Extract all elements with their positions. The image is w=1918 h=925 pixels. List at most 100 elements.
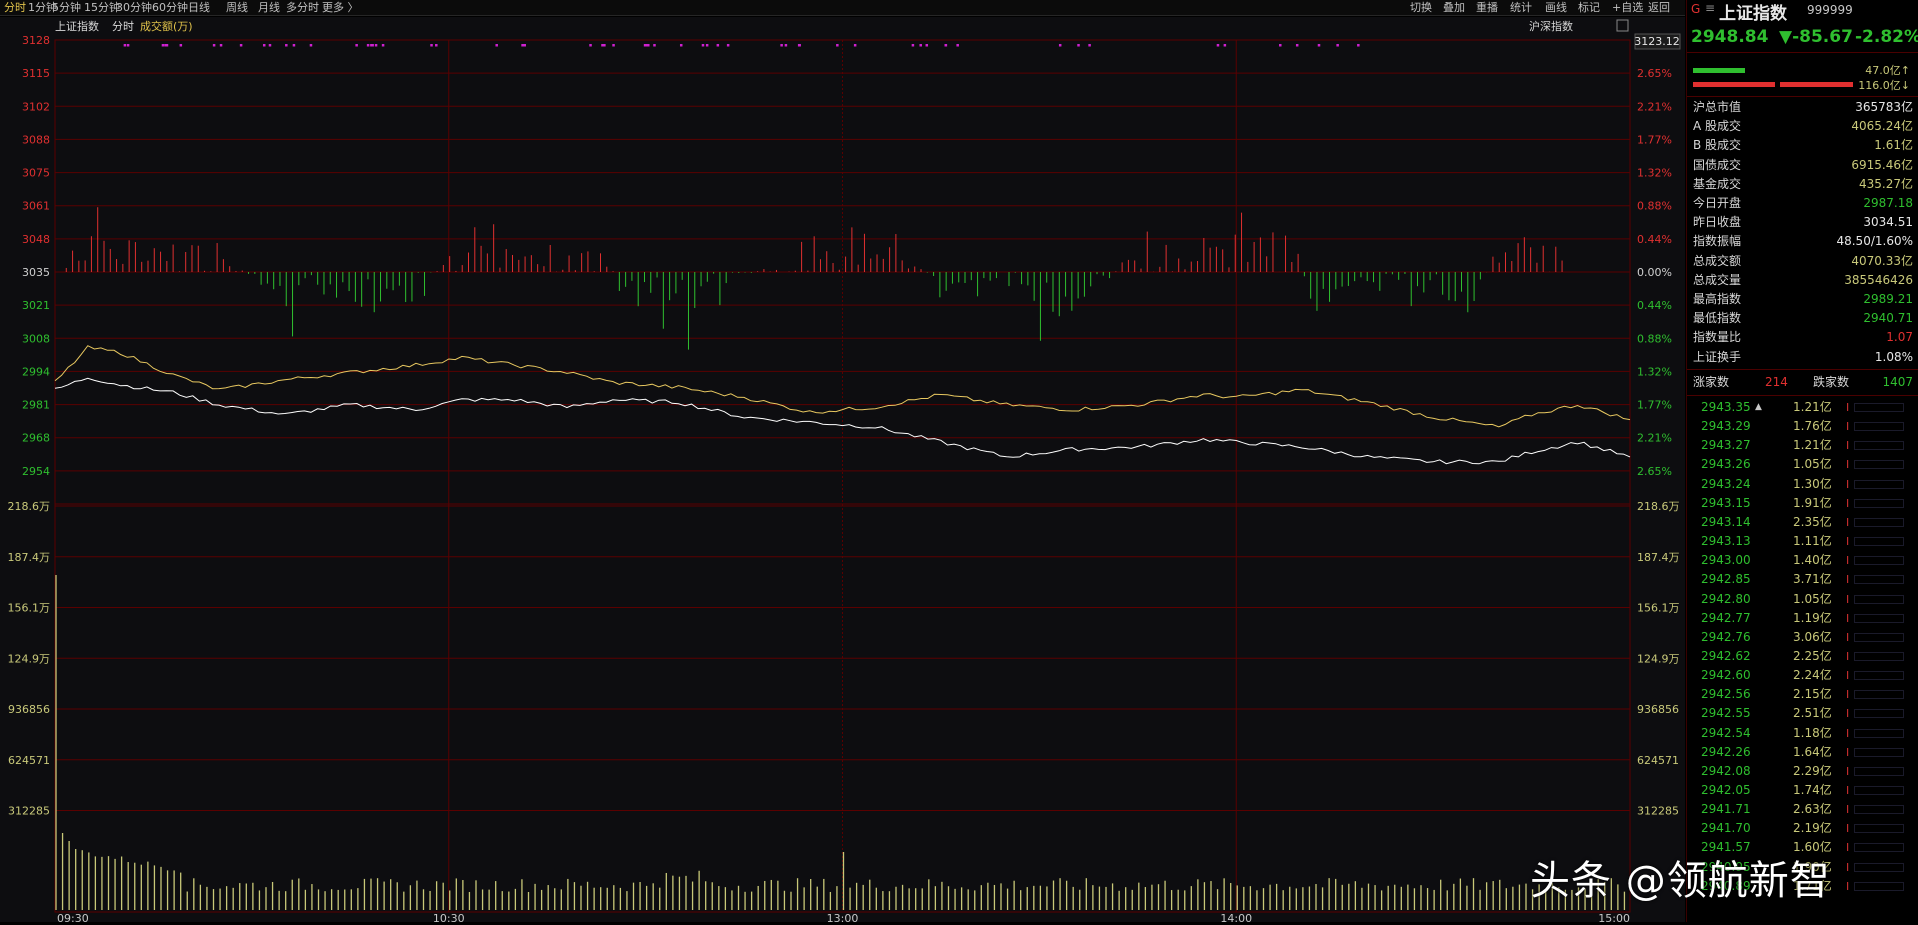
trade-amount: 2.63亿 — [1793, 802, 1832, 817]
y-tick-right: 2.65% — [1637, 67, 1672, 80]
chart-settings-icon — [1616, 19, 1629, 32]
toolbar-action-1[interactable]: 叠加 — [1443, 1, 1465, 14]
trade-price: 2942.62 — [1701, 648, 1751, 663]
toolbar-action-0[interactable]: 切换 — [1410, 1, 1432, 14]
trade-bar — [1854, 632, 1904, 642]
toolbar-action-7[interactable]: 返回 — [1648, 1, 1670, 14]
trade-bar — [1854, 690, 1904, 700]
signal-dot — [1216, 44, 1220, 47]
trade-bar — [1854, 671, 1904, 681]
trade-price: 2942.54 — [1701, 725, 1751, 740]
trade-amount: 3.06亿 — [1793, 629, 1832, 644]
period-tab-0[interactable]: 分时 — [4, 1, 26, 14]
chart-index-name: 上证指数 — [55, 19, 99, 33]
price-change: ▼-85.67 — [1779, 27, 1853, 47]
stat-value: 1.08% — [1874, 349, 1913, 364]
trade-bar — [1854, 537, 1904, 547]
menu-icon[interactable]: ≡ — [1705, 1, 1715, 15]
trade-bar — [1854, 403, 1904, 412]
trade-amount: 2.29亿 — [1793, 763, 1832, 778]
trade-amount: 3.71亿 — [1793, 572, 1832, 587]
scroll-caret-icon[interactable]: ▲ — [1755, 402, 1762, 412]
period-tab-6[interactable]: 日线 — [188, 1, 210, 14]
period-tab-2[interactable]: 5分钟 — [52, 1, 81, 14]
tick-mark: I — [1846, 496, 1850, 510]
up-count: 214 — [1765, 375, 1788, 389]
signal-dot — [285, 44, 288, 47]
trade-price: 2942.05 — [1701, 783, 1751, 797]
stat-value: 1.07 — [1886, 330, 1913, 345]
chart-market: 沪深指数 — [1529, 19, 1573, 33]
trade-row: 2942.55 2.51亿 I — [1701, 704, 1906, 723]
tick-mark: I — [1846, 860, 1850, 874]
trade-bar — [1854, 786, 1904, 795]
toolbar-action-4[interactable]: 画线 — [1545, 1, 1567, 14]
tick-mark: I — [1846, 611, 1850, 625]
period-tab-8[interactable]: 月线 — [258, 1, 280, 14]
volume-tick-left: 218.6万 — [8, 500, 51, 513]
period-tab-7[interactable]: 周线 — [226, 1, 248, 14]
trade-row: 2943.14 2.35亿 I — [1701, 513, 1906, 532]
y-tick-left: 3035 — [22, 266, 50, 279]
trade-row: 2943.35 1.21亿 I — [1701, 398, 1906, 417]
trade-row: 2942.62 2.25亿 I — [1701, 647, 1906, 666]
period-tab-5[interactable]: 60分钟 — [152, 1, 188, 14]
signal-dot — [355, 44, 358, 47]
trade-bar — [1854, 843, 1904, 853]
y-tick-left: 3102 — [22, 100, 50, 113]
trade-amount: 1.18亿 — [1793, 725, 1832, 740]
y-tick-left: 3088 — [22, 133, 50, 146]
stat-row: 最高指数 2989.21 — [1693, 290, 1913, 309]
stat-label: 最低指数 — [1693, 311, 1742, 326]
trade-amount: 2.15亿 — [1793, 687, 1832, 702]
trade-row: 2942.76 3.06亿 I — [1701, 628, 1906, 647]
stat-row: 最低指数 2940.71 — [1693, 309, 1913, 328]
signal-dot — [653, 44, 656, 47]
trade-amount: 2.25亿 — [1793, 648, 1832, 663]
intraday-chart[interactable]: 31283.09%31152.65%31022.21%30881.77%3075… — [0, 17, 1685, 925]
up-count-label: 涨家数 — [1693, 375, 1730, 389]
stock-code: 999999 — [1807, 3, 1853, 17]
trade-price: 2941.70 — [1701, 821, 1751, 836]
trade-row: 2942.05 1.74亿 I — [1701, 781, 1906, 800]
period-tab-9[interactable]: 多分时 — [286, 1, 319, 14]
trade-bar — [1854, 862, 1904, 872]
trade-bar — [1854, 709, 1904, 719]
quote-panel: G ≡ 上证指数 999999 2948.84 ▼-85.67 -2.82% 4… — [1686, 0, 1918, 922]
y-tick-left: 3061 — [22, 200, 50, 213]
signal-dot — [435, 44, 438, 47]
trade-bar — [1854, 422, 1904, 432]
trade-amount: 1.21亿 — [1793, 438, 1832, 453]
stat-value: 365783亿 — [1855, 100, 1913, 114]
signal-dot — [239, 44, 243, 47]
stat-row: 今日开盘 2987.18 — [1693, 194, 1913, 213]
stat-row: 总成交量 385546426 — [1693, 271, 1913, 290]
signal-dot — [1058, 44, 1062, 47]
tick-mark: I — [1846, 726, 1850, 740]
trade-row: 2942.54 1.18亿 I — [1701, 724, 1906, 743]
y-tick-right: 0.44% — [1637, 233, 1672, 246]
tick-mark: I — [1846, 592, 1850, 606]
trade-amount: 1.76亿 — [1793, 419, 1832, 434]
x-tick: 09:30 — [57, 912, 89, 922]
signal-dot — [123, 44, 127, 47]
stat-row: A 股成交 4065.24亿 — [1693, 117, 1913, 136]
stat-value: 6915.46亿 — [1851, 157, 1913, 172]
y-tick-right: 0.88% — [1637, 200, 1672, 213]
stat-value: 2989.21 — [1863, 292, 1913, 306]
sell-amount: 116.0亿↓ — [1858, 79, 1910, 92]
period-tab-10[interactable]: 更多 〉 — [322, 1, 359, 14]
trade-row: 2942.77 1.19亿 I — [1701, 609, 1906, 628]
signal-dot — [716, 44, 720, 47]
volume-tick-left: 156.1万 — [8, 602, 51, 615]
period-tab-3[interactable]: 15分钟 — [84, 1, 120, 14]
period-tab-4[interactable]: 30分钟 — [116, 1, 152, 14]
trade-price: 2942.85 — [1701, 572, 1751, 587]
buy-strength-bar — [1693, 68, 1745, 73]
stat-value: 3034.51 — [1863, 215, 1913, 230]
toolbar-action-5[interactable]: 标记 — [1578, 1, 1600, 14]
toolbar-action-2[interactable]: 重播 — [1476, 1, 1498, 14]
toolbar-action-3[interactable]: 统计 — [1510, 1, 1532, 14]
trade-amount: 1.91亿 — [1793, 495, 1832, 510]
toolbar-action-6[interactable]: +自选 — [1612, 1, 1643, 14]
